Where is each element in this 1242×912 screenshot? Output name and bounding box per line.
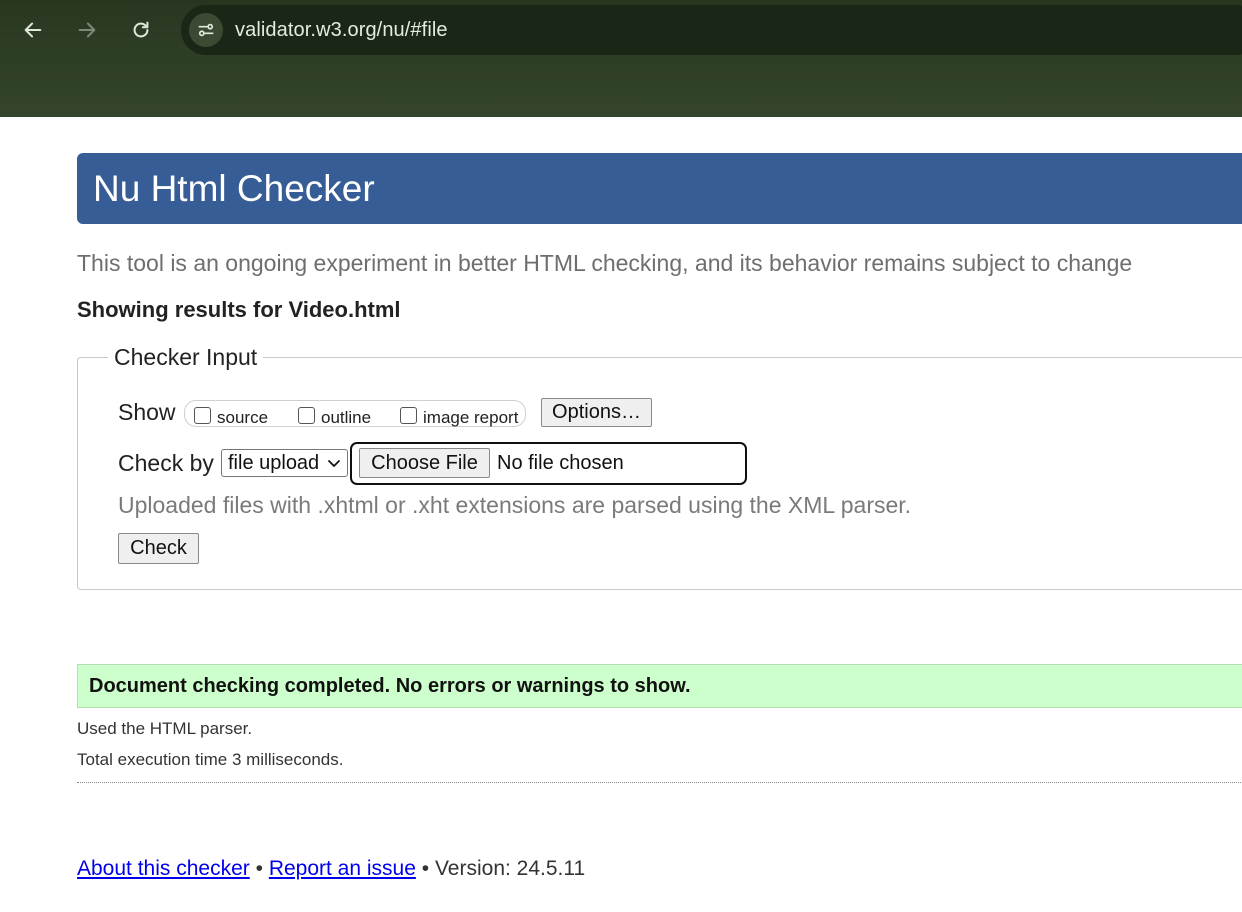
arrow-left-icon	[24, 22, 42, 38]
arrow-right-icon	[78, 22, 96, 38]
show-options-group: source outline image report	[184, 400, 526, 427]
check-by-select[interactable]: file upload	[221, 449, 348, 477]
choose-file-button[interactable]: Choose File	[359, 448, 490, 478]
about-link[interactable]: About this checker	[77, 857, 250, 880]
address-bar[interactable]: validator.w3.org/nu/#file	[181, 5, 1242, 55]
report-issue-link[interactable]: Report an issue	[269, 857, 416, 880]
intro-text: This tool is an ongoing experiment in be…	[77, 250, 1133, 276]
show-outline-checkbox[interactable]: outline	[298, 401, 371, 431]
execution-time-note: Total execution time 3 milliseconds.	[77, 750, 344, 769]
show-source-checkbox[interactable]: source	[194, 401, 268, 431]
back-button[interactable]	[15, 12, 51, 48]
checkbox-label: image report	[423, 408, 519, 427]
success-message: Document checking completed. No errors o…	[89, 675, 691, 697]
xml-parser-note: Uploaded files with .xhtml or .xht exten…	[118, 492, 912, 518]
divider	[77, 782, 1242, 783]
checkbox-box[interactable]	[400, 406, 417, 424]
fieldset-legend: Checker Input	[108, 342, 264, 372]
checkbox-box[interactable]	[194, 406, 211, 424]
chevron-down-icon	[328, 460, 340, 467]
results-heading: Showing results for Video.html	[77, 297, 401, 322]
success-message-box: Document checking completed. No errors o…	[77, 664, 1242, 708]
forward-button[interactable]	[69, 12, 105, 48]
checkbox-label: source	[217, 408, 269, 427]
page-content: Nu Html Checker This tool is an ongoing …	[0, 117, 1242, 912]
file-status: No file chosen	[497, 452, 624, 474]
footer-separator: •	[421, 857, 430, 880]
footer: About this checker • Report an issue • V…	[77, 857, 585, 881]
show-image-report-checkbox[interactable]: image report	[400, 401, 518, 431]
page-title: Nu Html Checker	[93, 168, 375, 209]
tune-icon	[198, 23, 214, 37]
checker-input-fieldset: Checker Input Show source outline image …	[77, 342, 1242, 590]
check-button[interactable]: Check	[118, 533, 199, 564]
file-input[interactable]: Choose File No file chosen	[350, 442, 747, 485]
parser-note: Used the HTML parser.	[77, 719, 253, 738]
check-by-value: file upload	[228, 451, 320, 474]
show-label: Show	[118, 399, 176, 425]
reload-icon	[133, 21, 149, 38]
reload-button[interactable]	[123, 12, 159, 48]
checkbox-box[interactable]	[298, 406, 315, 424]
checkbox-label: outline	[321, 408, 372, 427]
check-by-label: Check by	[118, 450, 214, 476]
footer-separator: •	[255, 857, 263, 880]
header-banner: Nu Html Checker	[77, 153, 1242, 224]
browser-toolbar: validator.w3.org/nu/#file	[0, 0, 1242, 117]
url-text[interactable]: validator.w3.org/nu/#file	[235, 19, 448, 42]
version-text: Version: 24.5.11	[434, 857, 586, 880]
options-button[interactable]: Options…	[541, 398, 652, 427]
site-info-button[interactable]	[189, 13, 223, 47]
